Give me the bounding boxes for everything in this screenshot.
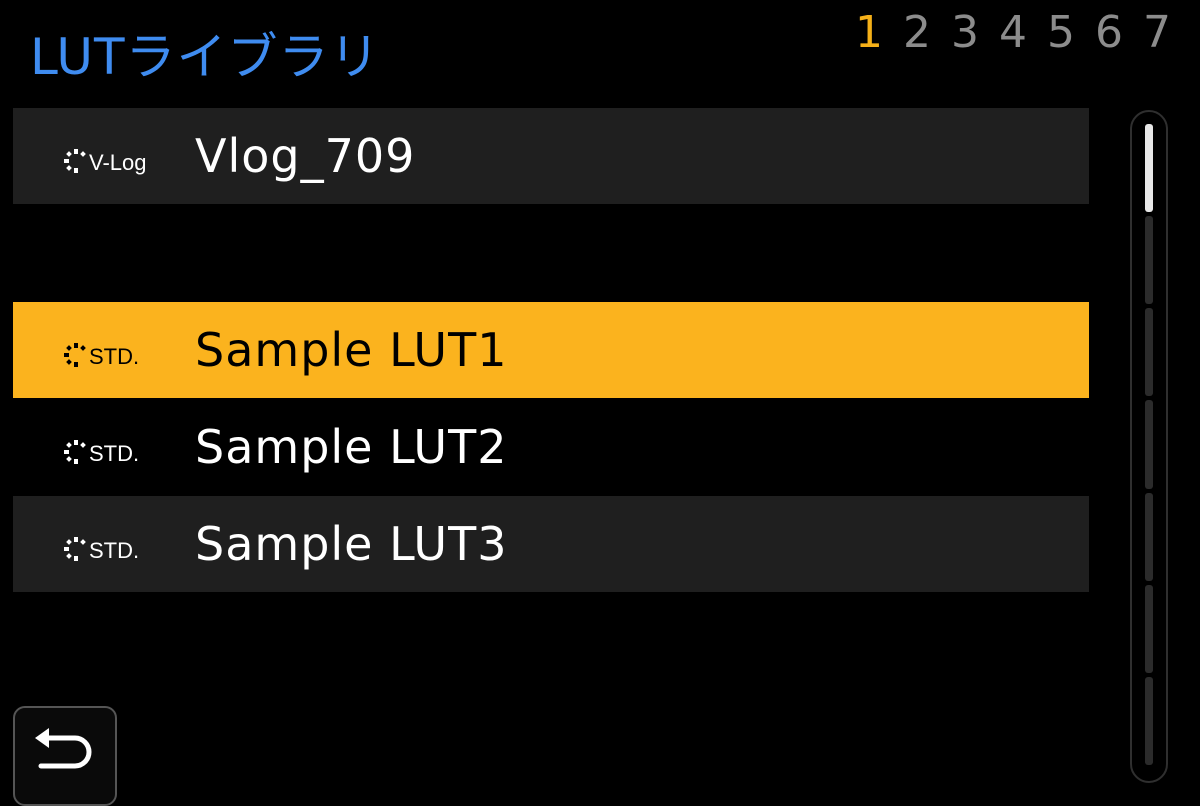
lut-list-item[interactable]: STD. Sample LUT2 (13, 399, 1089, 495)
lut-name: Sample LUT2 (195, 420, 508, 474)
lut-sparkle-icon (64, 537, 86, 561)
scrollbar-segment (1145, 492, 1153, 581)
page-number-7[interactable]: 7 (1142, 8, 1172, 58)
lut-list-item-empty[interactable] (13, 205, 1089, 301)
page-number-6[interactable]: 6 (1094, 8, 1124, 58)
lut-list-item-selected[interactable]: STD. Sample LUT1 (13, 302, 1089, 398)
lut-tag: STD. (61, 524, 139, 564)
lut-sparkle-icon (64, 343, 86, 367)
page-number-2[interactable]: 2 (902, 8, 932, 58)
page-number-4[interactable]: 4 (998, 8, 1028, 58)
scrollbar[interactable] (1130, 110, 1168, 783)
lut-sparkle-icon (64, 149, 86, 173)
back-button[interactable] (13, 706, 117, 806)
lut-tag: V-Log (61, 136, 147, 176)
lut-name: Sample LUT1 (195, 323, 508, 377)
lut-tag-label: STD. (89, 344, 140, 369)
scrollbar-segment (1145, 308, 1153, 397)
page-indicator: 1 2 3 4 5 6 7 (854, 8, 1172, 58)
scrollbar-segment (1145, 584, 1153, 673)
lut-tag-label: STD. (89, 538, 140, 563)
scrollbar-segment (1145, 676, 1153, 765)
page-title: LUTライブラリ (30, 28, 381, 86)
scrollbar-thumb[interactable] (1145, 124, 1153, 213)
lut-list-item[interactable]: V-Log Vlog_709 (13, 108, 1089, 204)
page-number-1[interactable]: 1 (854, 8, 884, 58)
lut-name: Sample LUT3 (195, 517, 508, 571)
scrollbar-segment (1145, 216, 1153, 305)
lut-tag-label: V-Log (89, 150, 147, 175)
lut-tag: STD. (61, 330, 139, 370)
page-number-5[interactable]: 5 (1046, 8, 1076, 58)
lut-tag-label: STD. (89, 441, 140, 466)
lut-sparkle-icon (64, 440, 86, 464)
lut-list: V-Log Vlog_709 STD. Sample LUT1 STD. Sam… (13, 108, 1089, 593)
lut-name: Vlog_709 (195, 129, 416, 183)
scrollbar-track (1145, 124, 1153, 769)
lut-tag: STD. (61, 427, 139, 467)
scrollbar-segment (1145, 400, 1153, 489)
page-number-3[interactable]: 3 (950, 8, 980, 58)
return-arrow-icon (35, 728, 92, 769)
lut-list-item[interactable]: STD. Sample LUT3 (13, 496, 1089, 592)
